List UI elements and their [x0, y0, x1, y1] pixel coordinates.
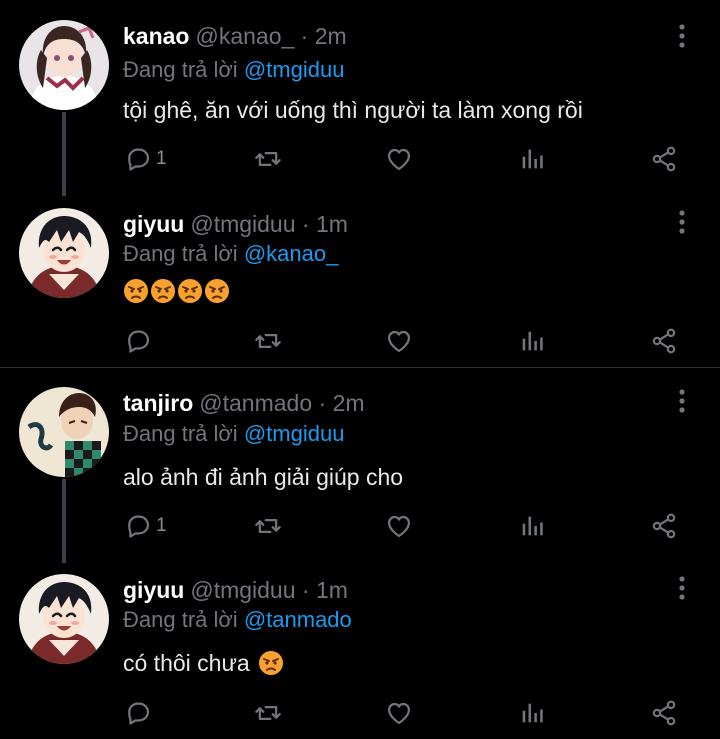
angry-face-icon	[258, 650, 284, 676]
reply-button[interactable]	[124, 698, 152, 728]
retweet-button[interactable]	[254, 511, 282, 541]
avatar[interactable]	[19, 574, 109, 664]
reply-button[interactable]: 1	[124, 144, 167, 174]
tweet-text: có thôi chưa	[123, 650, 250, 676]
reply-prefix: Đang trả lời	[123, 421, 238, 446]
like-icon	[385, 327, 413, 355]
tweet[interactable]: giyuu @tmgiduu · 1m Đang trả lời @tanmado…	[0, 574, 720, 734]
reply-count: 1	[156, 148, 167, 169]
anime-boy-checkered-avatar-icon	[19, 387, 109, 477]
reply-prefix: Đang trả lời	[123, 607, 238, 632]
retweet-button[interactable]	[254, 144, 282, 174]
angry-face-icon	[177, 278, 203, 304]
like-icon	[385, 512, 413, 540]
avatar[interactable]	[19, 387, 109, 477]
handle-time: @tanmado · 2m	[199, 390, 365, 416]
reply-prefix: Đang trả lời	[123, 57, 238, 82]
views-icon	[518, 145, 546, 173]
divider	[0, 367, 720, 368]
views-icon	[518, 512, 546, 540]
angry-face-icon	[204, 278, 230, 304]
share-button[interactable]	[650, 698, 678, 728]
like-button[interactable]	[385, 144, 413, 174]
display-name[interactable]: kanao	[123, 23, 189, 49]
reply-context: Đang trả lời @tmgiduu	[123, 420, 344, 448]
like-button[interactable]	[385, 698, 413, 728]
tweet[interactable]: tanjiro @tanmado · 2m Đang trả lời @tmgid…	[0, 387, 720, 557]
action-bar	[0, 698, 720, 728]
display-name[interactable]: tanjiro	[123, 390, 193, 416]
display-name[interactable]: giyuu	[123, 577, 184, 603]
retweet-button[interactable]	[254, 326, 282, 356]
views-icon	[518, 699, 546, 727]
display-name[interactable]: giyuu	[123, 211, 184, 237]
more-icon[interactable]	[676, 22, 688, 50]
retweet-icon	[254, 327, 282, 355]
anime-boy-smiling-avatar-icon	[19, 574, 109, 664]
reply-context: Đang trả lời @kanao_	[123, 240, 338, 268]
views-icon	[518, 327, 546, 355]
share-button[interactable]	[650, 326, 678, 356]
like-icon	[385, 699, 413, 727]
share-icon	[650, 327, 678, 355]
tweet-header: kanao @kanao_ · 2m	[123, 22, 347, 50]
handle-time: @kanao_ · 2m	[195, 23, 347, 49]
reply-context: Đang trả lời @tanmado	[123, 606, 352, 634]
action-bar: 1	[0, 511, 720, 541]
views-button[interactable]	[518, 326, 546, 356]
reply-mention[interactable]: @tmgiduu	[244, 57, 345, 82]
tweet-text: tội ghê, ăn với uống thì người ta làm xo…	[123, 97, 583, 123]
action-bar: 1	[0, 144, 720, 174]
reply-mention[interactable]: @tanmado	[244, 607, 352, 632]
tweet-header: giyuu @tmgiduu · 1m	[123, 210, 348, 238]
retweet-icon	[254, 145, 282, 173]
share-icon	[650, 512, 678, 540]
avatar[interactable]	[19, 208, 109, 298]
like-button[interactable]	[385, 326, 413, 356]
tweet-emojis	[123, 278, 230, 304]
like-icon	[385, 145, 413, 173]
reply-icon	[124, 699, 152, 727]
more-icon[interactable]	[676, 387, 688, 415]
views-button[interactable]	[518, 511, 546, 541]
reply-context: Đang trả lời @tmgiduu	[123, 56, 344, 84]
share-button[interactable]	[650, 511, 678, 541]
reply-prefix: Đang trả lời	[123, 241, 238, 266]
views-button[interactable]	[518, 144, 546, 174]
tweet-header: giyuu @tmgiduu · 1m	[123, 576, 348, 604]
tweet-text-row: có thôi chưa	[123, 648, 284, 678]
share-icon	[650, 699, 678, 727]
more-icon[interactable]	[676, 208, 688, 236]
reply-icon	[124, 327, 152, 355]
reply-icon	[124, 512, 152, 540]
retweet-button[interactable]	[254, 698, 282, 728]
handle-time: @tmgiduu · 1m	[190, 211, 348, 237]
tweet[interactable]: giyuu @tmgiduu · 1m Đang trả lời @kanao_	[0, 208, 720, 368]
retweet-icon	[254, 512, 282, 540]
reply-mention[interactable]: @tmgiduu	[244, 421, 345, 446]
tweet-header: tanjiro @tanmado · 2m	[123, 389, 365, 417]
tweet[interactable]: kanao @kanao_ · 2m Đang trả lời @tmgiduu …	[0, 20, 720, 190]
retweet-icon	[254, 699, 282, 727]
share-icon	[650, 145, 678, 173]
angry-face-icon	[123, 278, 149, 304]
handle-time: @tmgiduu · 1m	[190, 577, 348, 603]
avatar[interactable]	[19, 20, 109, 110]
like-button[interactable]	[385, 511, 413, 541]
reply-count: 1	[156, 515, 167, 536]
reply-button[interactable]: 1	[124, 511, 167, 541]
reply-icon	[124, 145, 152, 173]
reply-button[interactable]	[124, 326, 152, 356]
action-bar	[0, 326, 720, 356]
views-button[interactable]	[518, 698, 546, 728]
anime-boy-smiling-avatar-icon	[19, 208, 109, 298]
angry-face-icon	[150, 278, 176, 304]
reply-mention[interactable]: @kanao_	[244, 241, 339, 266]
more-icon[interactable]	[676, 574, 688, 602]
anime-girl-avatar-icon	[19, 20, 109, 110]
share-button[interactable]	[650, 144, 678, 174]
tweet-text: alo ảnh đi ảnh giải giúp cho	[123, 464, 404, 490]
